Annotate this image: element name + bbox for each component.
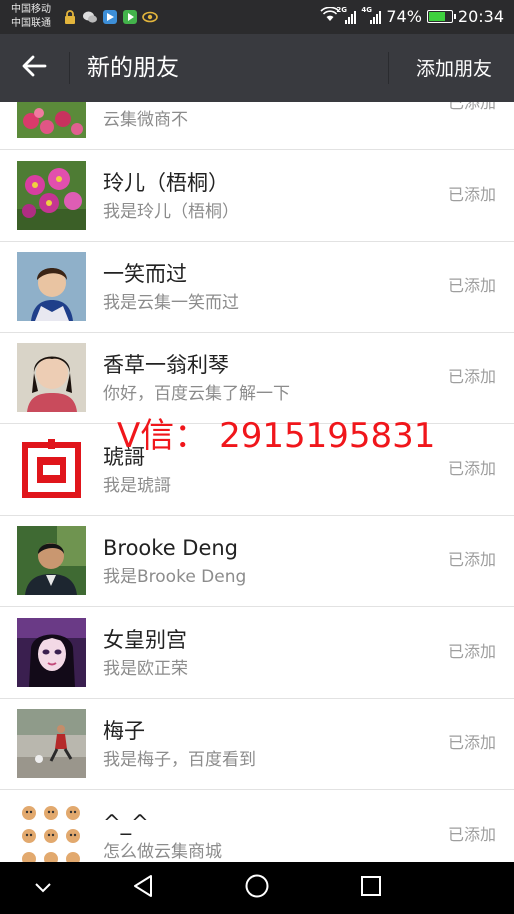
collapse-icon xyxy=(33,879,53,898)
friend-message: 你好，百度云集了解一下 xyxy=(103,384,290,404)
nav-divider xyxy=(69,52,70,84)
list-item[interactable]: 一笑而过 我是云集一笑而过 已添加 xyxy=(0,241,514,333)
added-status: 已添加 xyxy=(447,459,496,478)
outdoor-photo-avatar xyxy=(17,709,86,778)
battery-icon xyxy=(426,10,456,23)
added-status: 已添加 xyxy=(447,825,496,844)
friend-message: 云集微商不 xyxy=(103,110,188,130)
added-status: 已添加 xyxy=(447,276,496,295)
list-item[interactable]: Brooke Deng 我是Brooke Deng 已添加 xyxy=(0,515,514,607)
signal-strength-icon: 2G xyxy=(336,6,357,24)
back-button[interactable] xyxy=(12,48,56,88)
back-triangle-icon xyxy=(132,874,154,902)
recents-square-icon xyxy=(360,875,382,901)
added-status: 已添加 xyxy=(447,367,496,386)
page-title: 新的朋友 xyxy=(87,55,179,81)
carrier-2: 中国联通 xyxy=(11,18,51,29)
eye-icon xyxy=(142,9,158,25)
list-item[interactable]: 香草一翁利琴 你好，百度云集了解一下 已添加 xyxy=(0,332,514,424)
friend-message: 我是欧正荣 xyxy=(103,659,188,679)
notification-icons xyxy=(62,9,158,25)
battery-percent: 74% xyxy=(386,7,422,26)
friend-name: 女皇别宫 xyxy=(103,628,187,652)
added-status: 已添加 xyxy=(447,102,496,112)
media-play-icon xyxy=(122,9,138,25)
list-item[interactable]: 玲儿（梧桐） 我是玲儿（梧桐） 已添加 xyxy=(0,150,514,242)
title-bar: 新的朋友 添加朋友 xyxy=(0,34,514,102)
signal-strength-icon-2: 4G xyxy=(361,6,382,24)
friend-name: Brooke Deng xyxy=(103,536,239,560)
friend-message: 我是玲儿（梧桐） xyxy=(103,202,239,222)
network-type-label: 2G xyxy=(336,5,347,14)
contact-watermark: V信： 2915195831 xyxy=(117,416,436,456)
woman-avatar xyxy=(17,343,86,412)
woman-avatar xyxy=(17,252,86,321)
added-status: 已添加 xyxy=(447,185,496,204)
added-status: 已添加 xyxy=(447,550,496,569)
system-back-button[interactable] xyxy=(116,869,170,907)
status-bar: 中国移动 中国联通 2G 4G 74% 20:34 xyxy=(0,0,514,34)
collapse-button[interactable] xyxy=(16,869,70,907)
list-item[interactable]: 梅子 我是梅子，百度看到 已添加 xyxy=(0,698,514,790)
anime-girl-avatar xyxy=(17,618,86,687)
friend-message: 我是琥謌 xyxy=(103,476,171,496)
red-character-avatar xyxy=(17,435,86,504)
friend-message: 怎么做云集商城 xyxy=(103,842,222,862)
friend-name: 玲儿（梧桐） xyxy=(103,171,229,195)
friend-message: 我是梅子，百度看到 xyxy=(103,750,256,770)
list-item[interactable]: 云集微商不 已添加 xyxy=(0,102,514,150)
wechat-icon xyxy=(82,9,98,25)
list-item[interactable]: ^_^ 怎么做云集商城 已添加 xyxy=(0,790,514,862)
friend-name: 香草一翁利琴 xyxy=(103,353,229,377)
nav-divider-right xyxy=(388,52,389,84)
man-avatar xyxy=(17,526,86,595)
recents-button[interactable] xyxy=(344,869,398,907)
friend-name: 一笑而过 xyxy=(103,262,187,286)
network-type-label-2: 4G xyxy=(361,5,372,14)
flowers-avatar xyxy=(17,102,86,138)
lock-icon xyxy=(62,9,78,25)
system-navigation-bar xyxy=(0,862,514,914)
friend-message: 我是云集一笑而过 xyxy=(103,293,239,313)
emoji-grid-avatar xyxy=(17,801,86,862)
added-status: 已添加 xyxy=(447,642,496,661)
home-circle-icon xyxy=(244,873,270,903)
carrier-1: 中国移动 xyxy=(11,4,51,15)
added-status: 已添加 xyxy=(447,733,496,752)
new-friends-list[interactable]: 云集微商不 已添加 玲儿（梧桐） 我是玲儿（梧桐） 已添加 一笑而过 我是云集一… xyxy=(0,102,514,862)
back-arrow-icon xyxy=(21,54,47,82)
friend-name: ^_^ xyxy=(103,811,149,835)
home-button[interactable] xyxy=(230,869,284,907)
app-icon xyxy=(102,9,118,25)
clock: 20:34 xyxy=(457,7,504,26)
add-friend-button[interactable]: 添加朋友 xyxy=(416,56,492,82)
friend-message: 我是Brooke Deng xyxy=(103,567,247,587)
friend-name: 梅子 xyxy=(103,719,145,743)
flowers-avatar xyxy=(17,161,86,230)
list-item[interactable]: 女皇别宫 我是欧正荣 已添加 xyxy=(0,607,514,699)
